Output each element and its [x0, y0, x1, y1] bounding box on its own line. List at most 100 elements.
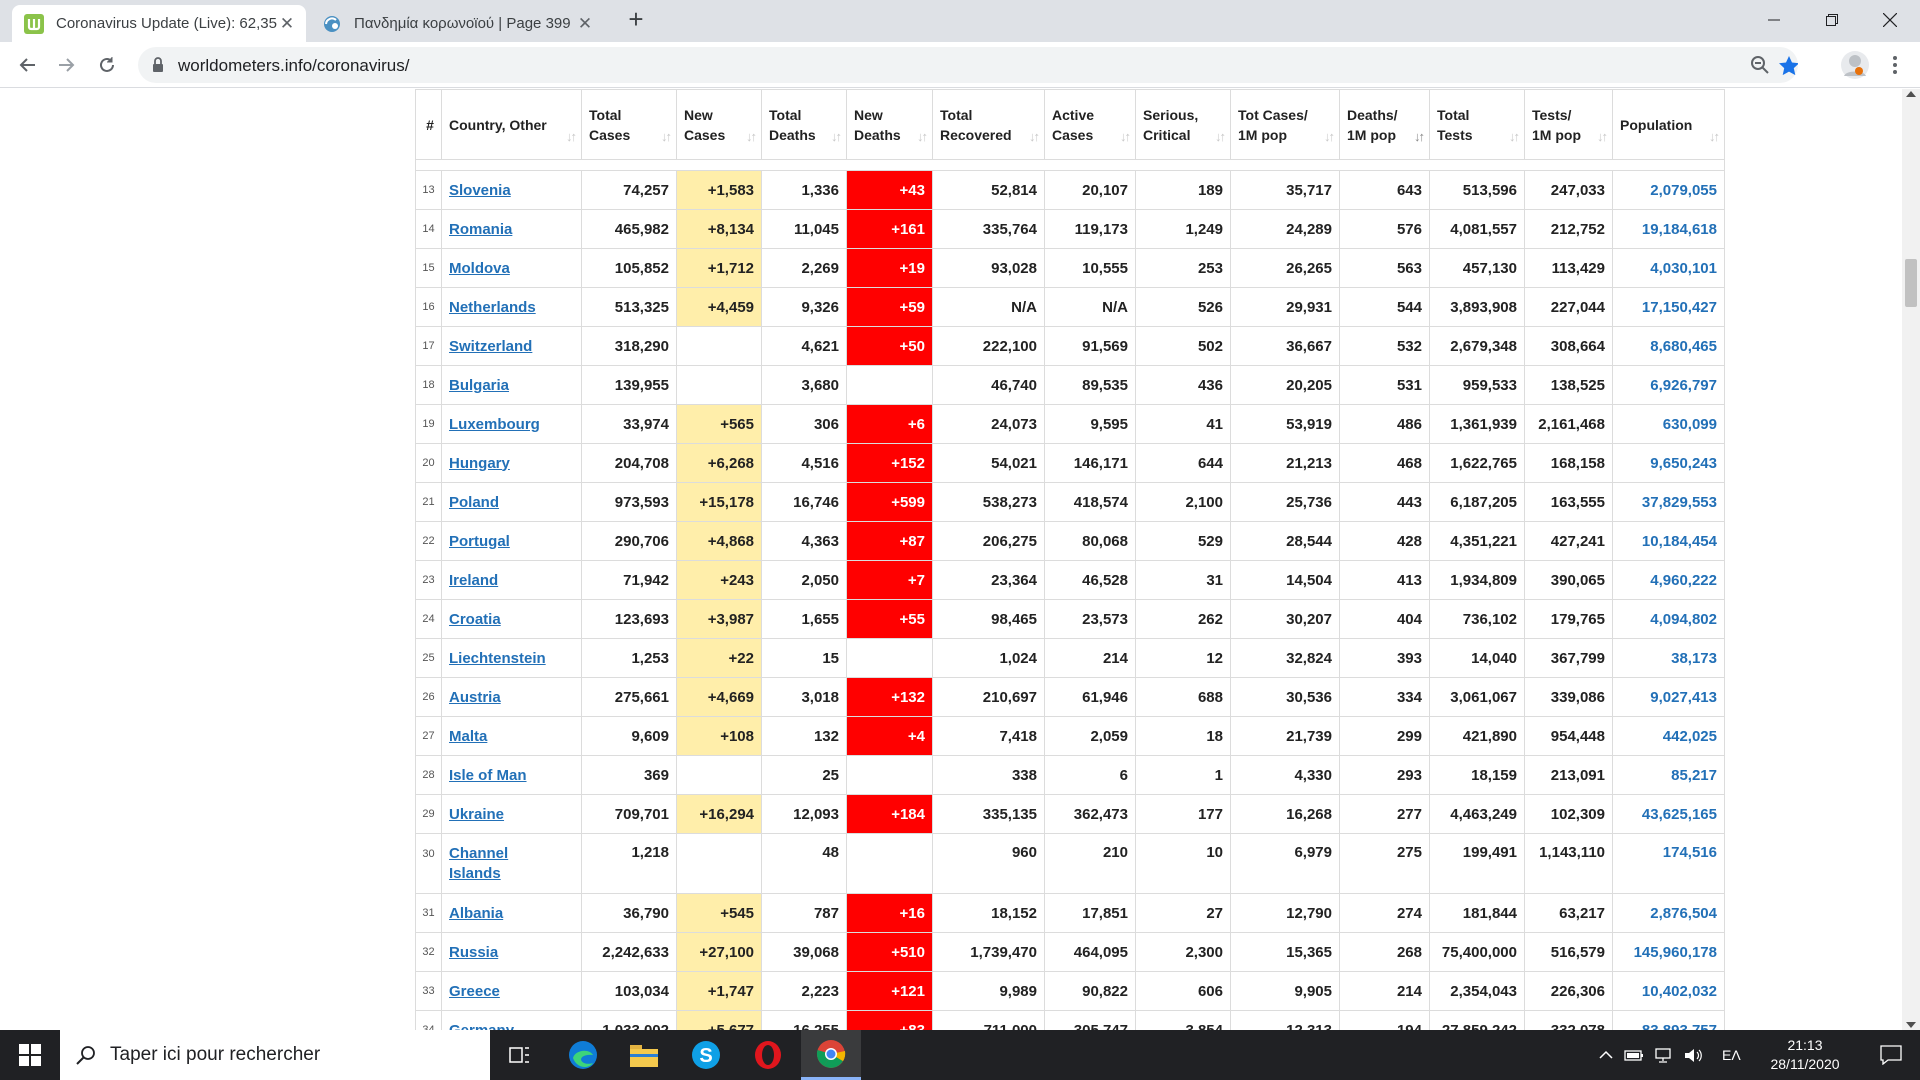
- population-link[interactable]: 2,876,504: [1650, 905, 1717, 922]
- population-link[interactable]: 17,150,427: [1642, 299, 1717, 316]
- population-link[interactable]: 442,025: [1663, 728, 1717, 745]
- country-link[interactable]: Greece: [449, 983, 500, 1000]
- col-header-new-deaths[interactable]: New Deaths ↓↑: [846, 89, 933, 160]
- scroll-up-icon[interactable]: [1906, 91, 1916, 97]
- chevron-up-icon[interactable]: [1598, 1047, 1614, 1063]
- new-tab-button[interactable]: +: [624, 6, 648, 32]
- col-header-total-cases[interactable]: Total Cases ↓↑: [581, 89, 677, 160]
- restore-button[interactable]: [1803, 0, 1861, 40]
- population-link[interactable]: 10,184,454: [1642, 533, 1717, 550]
- population-link[interactable]: 4,030,101: [1650, 260, 1717, 277]
- population-link[interactable]: 8,680,465: [1650, 338, 1717, 355]
- population-link[interactable]: 174,516: [1663, 844, 1717, 861]
- zoom-icon[interactable]: [1750, 55, 1770, 75]
- country-link[interactable]: Poland: [449, 494, 499, 511]
- country-link[interactable]: Isle of Man: [449, 767, 527, 784]
- taskbar-skype[interactable]: S: [676, 1030, 736, 1080]
- tab-coronavirus[interactable]: Coronavirus Update (Live): 62,35 ✕: [12, 5, 306, 42]
- sort-icon[interactable]: ↓↑: [1709, 127, 1720, 147]
- task-view-button[interactable]: [490, 1030, 550, 1080]
- col-header-active-cases[interactable]: Active Cases ↓↑: [1044, 89, 1136, 160]
- action-center-button[interactable]: [1862, 1030, 1920, 1080]
- population-link[interactable]: 6,926,797: [1650, 377, 1717, 394]
- network-icon[interactable]: [1654, 1047, 1674, 1063]
- population-link[interactable]: 9,650,243: [1650, 455, 1717, 472]
- sort-icon[interactable]: ↓↑: [566, 127, 577, 147]
- sort-icon[interactable]: ↓↑: [1597, 127, 1608, 147]
- col-header-new-cases[interactable]: New Cases ↓↑: [676, 89, 762, 160]
- close-tab-icon[interactable]: ✕: [278, 14, 296, 34]
- sort-icon[interactable]: ↓↑: [1324, 127, 1335, 147]
- sort-icon[interactable]: ↓↑: [1029, 127, 1040, 147]
- taskbar-clock[interactable]: 21:13 28/11/2020: [1760, 1036, 1850, 1074]
- country-link[interactable]: Albania: [449, 905, 503, 922]
- col-header-country[interactable]: Country, Other ↓↑: [441, 89, 582, 160]
- back-button[interactable]: [12, 50, 42, 80]
- country-link[interactable]: Ireland: [449, 572, 498, 589]
- chrome-menu-button[interactable]: [1880, 50, 1910, 80]
- col-header-total-recovered[interactable]: Total Recovered ↓↑: [932, 89, 1045, 160]
- country-link[interactable]: Germany: [449, 1022, 514, 1031]
- country-link[interactable]: Romania: [449, 221, 512, 238]
- taskbar-opera[interactable]: [738, 1030, 798, 1080]
- close-tab-icon[interactable]: ✕: [576, 14, 594, 34]
- population-link[interactable]: 630,099: [1663, 416, 1717, 433]
- col-header-cases-per-m[interactable]: Tot Cases/ 1M pop ↓↑: [1230, 89, 1340, 160]
- population-link[interactable]: 85,217: [1671, 767, 1717, 784]
- col-header-num[interactable]: #: [415, 89, 442, 160]
- country-link[interactable]: Netherlands: [449, 299, 536, 316]
- country-link[interactable]: Russia: [449, 944, 498, 961]
- profile-avatar[interactable]: [1838, 48, 1872, 82]
- col-header-total-deaths[interactable]: Total Deaths ↓↑: [761, 89, 847, 160]
- col-header-population[interactable]: Population ↓↑: [1612, 89, 1725, 160]
- population-link[interactable]: 38,173: [1671, 650, 1717, 667]
- sort-icon[interactable]: ↓↑: [1215, 127, 1226, 147]
- population-link[interactable]: 10,402,032: [1642, 983, 1717, 1000]
- scroll-thumb[interactable]: [1905, 259, 1917, 307]
- country-link[interactable]: Austria: [449, 689, 501, 706]
- url-text[interactable]: worldometers.info/coronavirus/: [178, 56, 409, 76]
- minimize-button[interactable]: [1745, 0, 1803, 40]
- country-link[interactable]: Luxembourg: [449, 416, 540, 433]
- population-link[interactable]: 4,094,802: [1650, 611, 1717, 628]
- country-link[interactable]: Liechtenstein: [449, 650, 546, 667]
- country-link[interactable]: Moldova: [449, 260, 510, 277]
- sort-icon[interactable]: ↓↑: [917, 127, 928, 147]
- col-header-serious[interactable]: Serious, Critical ↓↑: [1135, 89, 1231, 160]
- sort-icon[interactable]: ↓↑: [661, 127, 672, 147]
- page-scrollbar[interactable]: [1902, 89, 1920, 1030]
- tab-pandemia[interactable]: Πανδημία κορωνοϊού | Page 399 ✕: [310, 5, 604, 42]
- language-indicator[interactable]: EΛ: [1722, 1047, 1741, 1063]
- country-link[interactable]: Switzerland: [449, 338, 532, 355]
- close-window-button[interactable]: [1861, 0, 1919, 40]
- sort-icon[interactable]: ↓↑: [1414, 127, 1425, 147]
- taskbar-chrome[interactable]: [801, 1030, 861, 1080]
- population-link[interactable]: 37,829,553: [1642, 494, 1717, 511]
- population-link[interactable]: 9,027,413: [1650, 689, 1717, 706]
- lock-icon[interactable]: [150, 56, 170, 76]
- population-link[interactable]: 43,625,165: [1642, 806, 1717, 823]
- country-link[interactable]: Croatia: [449, 611, 501, 628]
- sort-icon[interactable]: ↓↑: [1120, 127, 1131, 147]
- population-link[interactable]: 145,960,178: [1634, 944, 1717, 961]
- col-header-tests-per-m[interactable]: Tests/ 1M pop ↓↑: [1524, 89, 1613, 160]
- country-link[interactable]: Slovenia: [449, 182, 511, 199]
- country-link[interactable]: Hungary: [449, 455, 510, 472]
- population-link[interactable]: 19,184,618: [1642, 221, 1717, 238]
- country-link[interactable]: Portugal: [449, 533, 510, 550]
- col-header-total-tests[interactable]: Total Tests ↓↑: [1429, 89, 1525, 160]
- country-link[interactable]: Ukraine: [449, 806, 504, 823]
- population-link[interactable]: 4,960,222: [1650, 572, 1717, 589]
- country-link[interactable]: Malta: [449, 728, 487, 745]
- volume-icon[interactable]: [1684, 1047, 1704, 1063]
- sort-icon[interactable]: ↓↑: [1509, 127, 1520, 147]
- col-header-deaths-per-m[interactable]: Deaths/ 1M pop ↓↑: [1339, 89, 1430, 160]
- bookmark-star-icon[interactable]: [1778, 55, 1798, 75]
- forward-button[interactable]: [52, 50, 82, 80]
- sort-icon[interactable]: ↓↑: [746, 127, 757, 147]
- population-link[interactable]: 83,893,757: [1642, 1022, 1717, 1031]
- country-link[interactable]: Bulgaria: [449, 377, 509, 394]
- reload-button[interactable]: [92, 50, 122, 80]
- scroll-down-icon[interactable]: [1906, 1022, 1916, 1028]
- country-link[interactable]: Channel Islands: [449, 844, 519, 884]
